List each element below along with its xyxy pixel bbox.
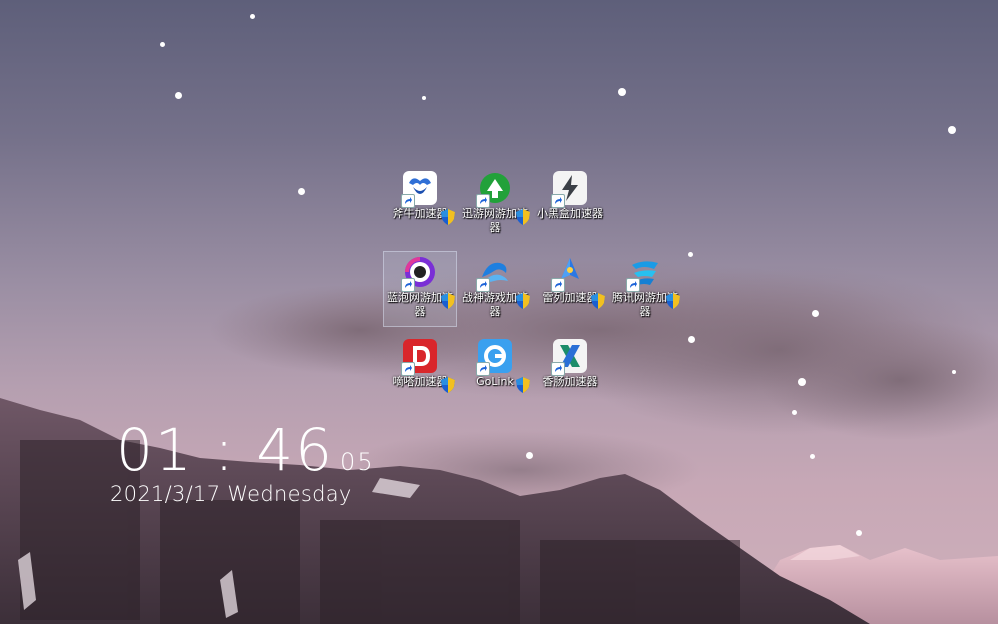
- star: [160, 42, 165, 47]
- desktop-shortcut-dida[interactable]: 嘀嗒加速器: [384, 336, 456, 410]
- desktop-shortcut-leilie[interactable]: 雷列加速器: [534, 252, 606, 326]
- desktop[interactable]: 斧牛加速器 迅游网游加速器 小黑盒加速器 蓝泡网游加速器 战神游戏加速器 雷列加…: [0, 0, 998, 624]
- letter-d-icon: [401, 339, 455, 393]
- shortcut-arrow-icon: [476, 194, 490, 208]
- clock-second: 05: [340, 448, 375, 476]
- shortcut-arrow-icon: [401, 278, 415, 292]
- desktop-shortcut-xiaoheihe[interactable]: 小黑盒加速器: [534, 168, 606, 242]
- star: [952, 370, 956, 374]
- star: [812, 310, 819, 317]
- star: [298, 188, 305, 195]
- clock-separator: :: [214, 416, 236, 484]
- rocket-icon: [551, 255, 605, 309]
- shortcut-arrow-icon: [401, 362, 415, 376]
- star: [810, 454, 815, 459]
- shortcut-arrow-icon: [551, 278, 565, 292]
- tencent-wave-icon: [626, 255, 680, 309]
- star: [175, 92, 182, 99]
- star: [526, 452, 533, 459]
- golink-icon: [476, 339, 530, 393]
- wave-icon: [476, 255, 530, 309]
- desktop-shortcut-label: 小黑盒加速器: [537, 207, 603, 220]
- desktop-shortcut-lanpao[interactable]: 蓝泡网游加速器: [383, 251, 457, 327]
- shortcut-arrow-icon: [401, 194, 415, 208]
- star: [688, 336, 695, 343]
- desktop-shortcut-tencent[interactable]: 腾讯网游加速器: [609, 252, 681, 326]
- globe-arrow-icon: [476, 171, 530, 225]
- star: [798, 378, 806, 386]
- clock-widget: 01 : 46 05 2021/3/17 Wednesday: [110, 416, 375, 506]
- shortcut-arrow-icon: [476, 362, 490, 376]
- star: [856, 530, 862, 536]
- desktop-shortcut-golink[interactable]: GoLink: [459, 336, 531, 410]
- desktop-shortcut-label: 香肠加速器: [542, 375, 598, 388]
- shortcut-arrow-icon: [626, 278, 640, 292]
- lightning-box-icon: [551, 171, 587, 208]
- star: [422, 96, 426, 100]
- x-swirl-icon: [551, 339, 587, 376]
- clock-date: 2021/3/17 Wednesday: [110, 482, 352, 506]
- star: [792, 410, 797, 415]
- desktop-shortcut-xunyou[interactable]: 迅游网游加速器: [459, 168, 531, 242]
- clock-hour: 01: [116, 416, 194, 484]
- shortcut-arrow-icon: [476, 278, 490, 292]
- star: [618, 88, 626, 96]
- shortcut-arrow-icon: [551, 194, 565, 208]
- desktop-shortcut-zhanshen[interactable]: 战神游戏加速器: [459, 252, 531, 326]
- shortcut-arrow-icon: [551, 362, 565, 376]
- star: [250, 14, 255, 19]
- bubble-ring-icon: [401, 255, 455, 309]
- desktop-shortcut-xiangchang[interactable]: 香肠加速器: [534, 336, 606, 410]
- star: [948, 126, 956, 134]
- bull-icon: [401, 171, 455, 225]
- desktop-shortcut-funiu[interactable]: 斧牛加速器: [384, 168, 456, 242]
- clock-minute: 46: [256, 416, 335, 484]
- star: [688, 252, 693, 257]
